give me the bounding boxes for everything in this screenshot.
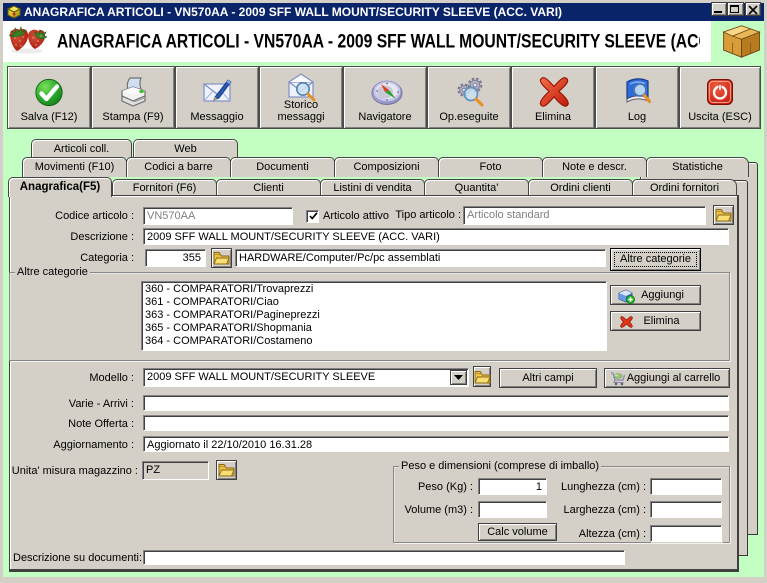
svg-text:ANAGRAFICA ARTICOLI - VN570AA: ANAGRAFICA ARTICOLI - VN570AA - 2009 SFF… <box>57 31 700 53</box>
